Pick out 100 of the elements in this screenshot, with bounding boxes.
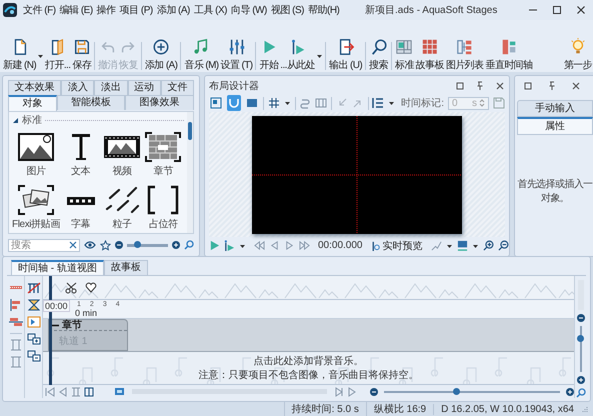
ribbon-button[interactable]: 音乐 (M) [183, 38, 220, 72]
ribbon-button[interactable]: 图片列表 [444, 38, 485, 72]
panel-tab[interactable]: 淡入 [61, 80, 94, 95]
timeline-tab[interactable]: 时间轴 - 轨道视图 [11, 260, 104, 275]
brick-wall-icon[interactable] [143, 131, 184, 163]
grid-icon[interactable] [268, 97, 280, 109]
ribbon-button[interactable]: 设置 (T) [220, 38, 254, 72]
ribbon-button[interactable]: 故事板 [414, 38, 445, 72]
zoom-out-icon[interactable] [576, 314, 584, 322]
pin-icon[interactable] [475, 81, 485, 91]
zoom-in-icon[interactable] [566, 388, 574, 396]
ribbon-button[interactable]: 保存 [71, 38, 92, 72]
menu-item[interactable]: 工具 (X) [192, 3, 229, 17]
close-icon[interactable] [576, 5, 586, 15]
star-icon[interactable] [100, 240, 111, 250]
ribbon-button[interactable]: 开始 [258, 38, 280, 72]
resize-grip-icon[interactable] [581, 405, 589, 413]
zoom-out-icon[interactable] [498, 240, 508, 251]
add-track-icon[interactable] [26, 333, 40, 345]
eye-icon[interactable] [84, 240, 96, 250]
app-logo-icon[interactable] [3, 3, 17, 17]
object-label: 字幕 [71, 218, 90, 231]
live-preview-button[interactable]: 实时预览 [370, 238, 422, 252]
ribbon-button[interactable]: ...从此处 [279, 38, 316, 72]
slider-thumb[interactable] [576, 334, 584, 342]
panel-tab[interactable]: 对象 [8, 95, 57, 111]
zoom-in-icon[interactable] [482, 240, 494, 251]
first-steps-button[interactable]: 第一步 [562, 38, 593, 72]
panel-tab[interactable]: 属性 [517, 117, 593, 135]
zoom-fit-icon[interactable] [184, 240, 194, 250]
menu-item[interactable]: 向导 (W) [228, 3, 269, 17]
menu-item[interactable]: 项目 (P) [118, 3, 155, 17]
align-left-icon[interactable] [8, 299, 22, 311]
field-value: 0 [452, 98, 459, 108]
collapse-triangle-icon[interactable] [12, 116, 19, 124]
restore-icon[interactable] [455, 81, 465, 91]
list-icon[interactable] [372, 97, 384, 109]
zoom-out-icon[interactable] [370, 388, 378, 396]
light-bulb-icon [568, 38, 587, 56]
zoom-slider[interactable] [127, 244, 168, 246]
timeline-zoom-slider[interactable] [384, 390, 560, 392]
panel-tab[interactable]: 手动输入 [517, 100, 593, 117]
menu-item[interactable]: 添加 (A) [154, 3, 192, 17]
align-stack-icon[interactable] [8, 316, 22, 328]
panel-tab[interactable]: 文件 [160, 80, 194, 95]
go-start-icon[interactable] [45, 386, 55, 396]
panel-tab[interactable]: 智能模板 [56, 95, 126, 110]
ribbon-button[interactable]: 垂直时间轴 [484, 38, 534, 72]
zoom-out-icon[interactable] [115, 241, 123, 249]
panel-tab[interactable]: 图像效果 [125, 95, 194, 110]
ribbon-button[interactable]: 搜索 [368, 38, 389, 72]
menu-item[interactable]: 编辑 (E) [58, 3, 95, 17]
object-label: 占位符 [148, 218, 178, 231]
ribbon-button[interactable]: 添加 (A) [144, 38, 178, 72]
ribbon-button[interactable]: 打开... [44, 38, 72, 72]
timeline-tab[interactable]: 故事板 [104, 260, 148, 275]
chapter-icon[interactable] [26, 316, 40, 328]
object-label: 图片 [26, 164, 46, 178]
slider-thumb[interactable] [134, 240, 142, 248]
pin-icon[interactable] [547, 81, 557, 91]
book-icon[interactable] [84, 386, 94, 396]
ribbon-button[interactable]: 标准 [394, 38, 415, 72]
panel-tab[interactable]: 运动 [128, 80, 161, 95]
photo-collage-icon[interactable] [16, 184, 56, 216]
magnet-tool[interactable] [227, 95, 241, 111]
status-text: 纵横比 16:9 [366, 402, 434, 416]
ribbon-button[interactable]: 新建 (N) [2, 38, 38, 72]
object-label: 文本 [71, 164, 90, 178]
close-icon[interactable] [495, 81, 505, 91]
screen-icon[interactable] [456, 240, 468, 251]
menu-item[interactable]: 文件 (F) [21, 3, 58, 17]
maximize-icon[interactable] [552, 5, 562, 15]
hourglass-icon[interactable] [26, 299, 40, 311]
menu-item[interactable]: 视图 (S) [268, 3, 306, 17]
no-sync-icon[interactable] [26, 282, 40, 294]
play-from-marker-icon[interactable] [224, 240, 235, 251]
search-field[interactable]: 搜索 [8, 238, 80, 252]
close-icon[interactable] [571, 81, 581, 91]
menu-item[interactable]: 帮助(H) [306, 3, 342, 17]
scissors-icon[interactable] [65, 282, 79, 294]
picture-frame-icon[interactable] [16, 131, 56, 163]
scrollbar[interactable] [187, 112, 193, 233]
zoom-in-icon[interactable] [576, 376, 584, 384]
menu-item[interactable]: 操作 [94, 3, 118, 17]
unit-label: s [472, 98, 477, 108]
restore-icon[interactable] [523, 81, 533, 91]
panel-tab[interactable]: 淡出 [94, 80, 128, 95]
remove-track-icon[interactable] [26, 350, 40, 362]
frame-select-tool[interactable] [209, 95, 223, 111]
zoom-fit-icon[interactable] [576, 388, 586, 398]
object-label: 章节 [154, 164, 173, 178]
ribbon-button[interactable]: 输出 (U) [328, 38, 364, 72]
heart-icon[interactable] [85, 282, 97, 294]
preview-marker-icon [370, 240, 380, 251]
clear-icon[interactable] [69, 241, 77, 249]
zoom-in-icon[interactable] [172, 241, 180, 249]
slider-thumb[interactable] [453, 388, 460, 394]
panel-title: 布局设计器 [209, 80, 260, 93]
thumbnail-icon[interactable] [114, 386, 125, 396]
panel-tab[interactable]: 文本效果 [8, 80, 62, 95]
